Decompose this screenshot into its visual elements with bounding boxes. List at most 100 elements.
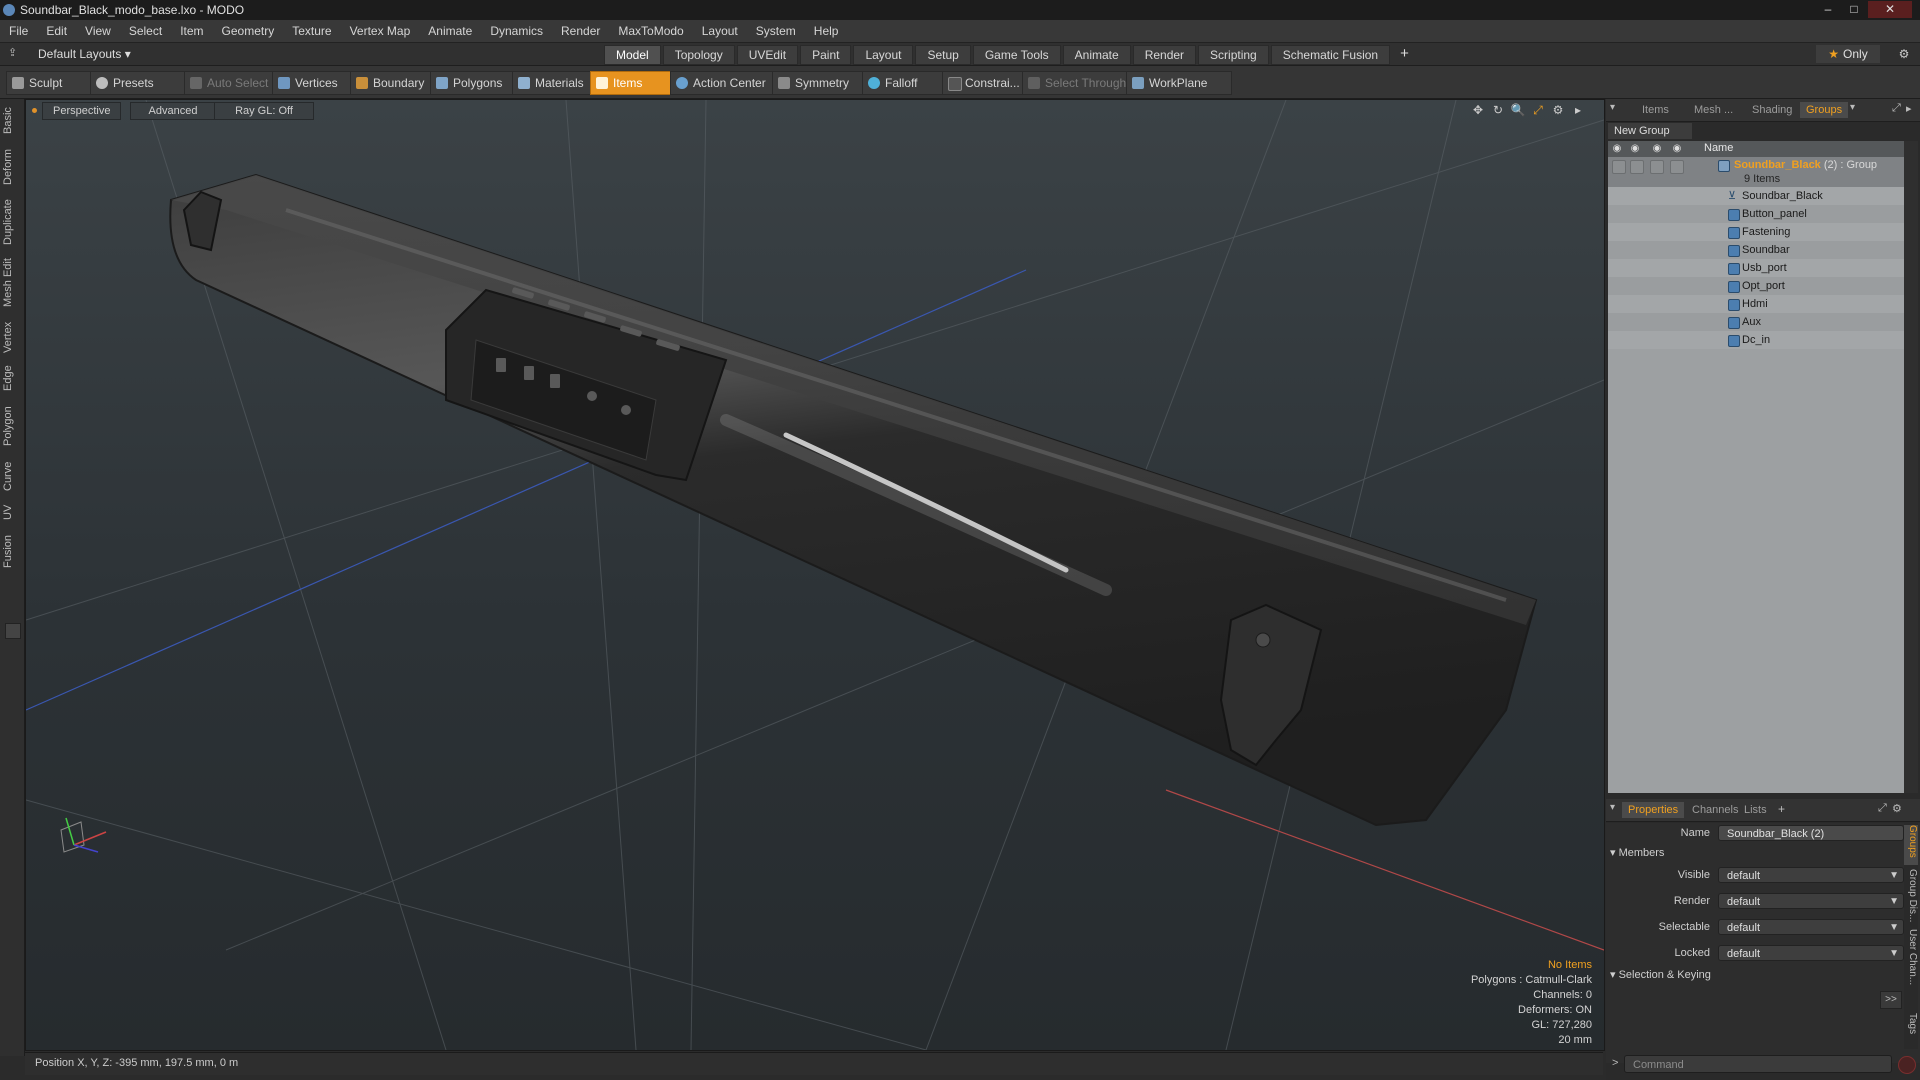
tab-mesh-edit[interactable]: Mesh Edit [2,255,22,311]
tab-curve[interactable]: Curve [2,457,22,495]
tab-lists[interactable]: Lists [1738,802,1773,818]
add-tab-icon[interactable]: + [1778,802,1785,816]
tab-animate[interactable]: Animate [1062,45,1131,65]
menu-select[interactable]: Select [120,20,171,42]
name-input[interactable]: Soundbar_Black (2) [1718,825,1904,841]
properties-gear-icon[interactable]: ⚙ [1892,802,1902,815]
items-button[interactable]: Items [590,71,676,95]
locked-dropdown[interactable]: default ▼ [1718,945,1904,961]
tab-scripting[interactable]: Scripting [1198,45,1269,65]
render-dropdown[interactable]: default ▼ [1718,893,1904,909]
menu-edit[interactable]: Edit [37,20,76,42]
3d-viewport[interactable]: Perspective Advanced Ray GL: Off ✥ ↻ 🔍 ⤢… [25,99,1605,1051]
menu-vertex-map[interactable]: Vertex Map [341,20,420,42]
tab-basic[interactable]: Basic [2,103,22,139]
group-row[interactable]: Soundbar_Black (2) : Group 9 Items [1608,157,1904,187]
side-tab-tags[interactable]: Tags [1904,1013,1918,1043]
group-lock-toggle[interactable] [1670,160,1684,174]
visible-dropdown[interactable]: default ▼ [1718,867,1904,883]
layout-arrow-icon[interactable]: ⇪ [8,46,17,59]
maximize-button[interactable]: □ [1842,1,1866,18]
group-render-toggle[interactable] [1630,160,1644,174]
side-tab-groups[interactable]: Groups [1904,825,1918,865]
tab-paint[interactable]: Paint [800,45,852,65]
list-item[interactable]: Usb_port [1608,259,1904,277]
new-group-button[interactable]: New Group [1608,123,1692,139]
tab-uv[interactable]: UV [2,499,22,525]
render-column-icon[interactable]: ◉ [1628,142,1642,156]
layouts-dropdown[interactable]: Default Layouts ▾ [38,43,131,65]
close-button[interactable]: ✕ [1868,1,1912,18]
tab-topology[interactable]: Topology [662,45,735,65]
group-select-toggle[interactable] [1650,160,1664,174]
gear-icon[interactable]: ⚙ [1894,45,1914,63]
tab-layout[interactable]: Layout [853,45,914,65]
tab-setup[interactable]: Setup [915,45,971,65]
menu-item[interactable]: Item [171,20,212,42]
record-icon[interactable] [1898,1056,1916,1074]
visibility-column-icon[interactable]: ◉ [1610,142,1624,156]
list-item[interactable]: Opt_port [1608,277,1904,295]
menu-geometry[interactable]: Geometry [213,20,284,42]
minimize-button[interactable]: – [1816,1,1840,18]
tab-edge[interactable]: Edge [2,361,22,395]
tab-mesh[interactable]: Mesh ... [1688,102,1739,118]
raygl-toggle[interactable]: Ray GL: Off [214,102,314,120]
tab-items[interactable]: Items [1636,102,1675,118]
list-item[interactable]: Button_panel [1608,205,1904,223]
presets-button[interactable]: Presets [90,71,186,95]
tab-duplicate[interactable]: Duplicate [2,195,22,249]
menu-system[interactable]: System [747,20,805,42]
group-visible-toggle[interactable] [1612,160,1626,174]
tab-game-tools[interactable]: Game Tools [972,45,1061,65]
tab-render[interactable]: Render [1132,45,1197,65]
selectable-dropdown[interactable]: default ▼ [1718,919,1904,935]
zoom-view-icon[interactable]: 🔍 [1510,102,1526,118]
tab-channels[interactable]: Channels [1686,802,1744,818]
tab-fusion[interactable]: Fusion [2,531,22,571]
select-through-button[interactable]: Select Through [1022,71,1142,95]
tab-toggle-icon[interactable] [5,623,21,639]
menu-dynamics[interactable]: Dynamics [481,20,552,42]
view-expand-icon[interactable]: ▸ [1570,102,1586,118]
menu-help[interactable]: Help [805,20,848,42]
tab-schematic-fusion[interactable]: Schematic Fusion [1270,45,1391,65]
tab-uvedit[interactable]: UVEdit [736,45,799,65]
list-item[interactable]: ⊻ Soundbar_Black [1608,187,1904,205]
panel-menu-icon[interactable]: ▾ [1610,102,1615,113]
menu-maxtomodo[interactable]: MaxToModo [609,20,692,42]
workplane-button[interactable]: WorkPlane [1126,71,1232,95]
expand-button[interactable]: >> [1880,991,1902,1009]
menu-file[interactable]: File [0,20,37,42]
tab-vertex[interactable]: Vertex [2,317,22,357]
select-column-icon[interactable]: ◉ [1650,142,1664,156]
tab-polygon[interactable]: Polygon [2,401,22,451]
side-tab-group-display[interactable]: Group Dis... [1904,869,1918,925]
menu-layout[interactable]: Layout [693,20,747,42]
panel-expand-icon[interactable]: ⤢ [1892,102,1901,115]
list-item[interactable]: Soundbar [1608,241,1904,259]
only-button[interactable]: ★ Only [1816,45,1880,63]
outliner-scrollbar[interactable] [1904,141,1918,793]
list-item[interactable]: Dc_in [1608,331,1904,349]
list-item[interactable]: Aux [1608,313,1904,331]
tabs-dropdown-icon[interactable]: ▾ [1850,102,1855,113]
side-tab-user-channels[interactable]: User Chan... [1904,929,1918,993]
properties-menu-icon[interactable]: ▾ [1610,802,1615,813]
rotate-view-icon[interactable]: ↻ [1490,102,1506,118]
menu-animate[interactable]: Animate [419,20,481,42]
tab-model[interactable]: Model [604,45,661,65]
move-view-icon[interactable]: ✥ [1470,102,1486,118]
tab-groups[interactable]: Groups [1800,102,1849,118]
view-settings-icon[interactable]: ⚙ [1550,102,1566,118]
add-tab-icon[interactable]: + [1392,45,1417,65]
perspective-dropdown[interactable]: Perspective [42,102,122,120]
menu-render[interactable]: Render [552,20,609,42]
name-column-header[interactable]: Name [1704,142,1733,154]
menu-texture[interactable]: Texture [283,20,340,42]
advanced-dropdown[interactable]: Advanced [130,102,216,120]
sculpt-button[interactable]: Sculpt [6,71,92,95]
list-item[interactable]: Hdmi [1608,295,1904,313]
lock-column-icon[interactable]: ◉ [1670,142,1684,156]
tab-deform[interactable]: Deform [2,145,22,189]
